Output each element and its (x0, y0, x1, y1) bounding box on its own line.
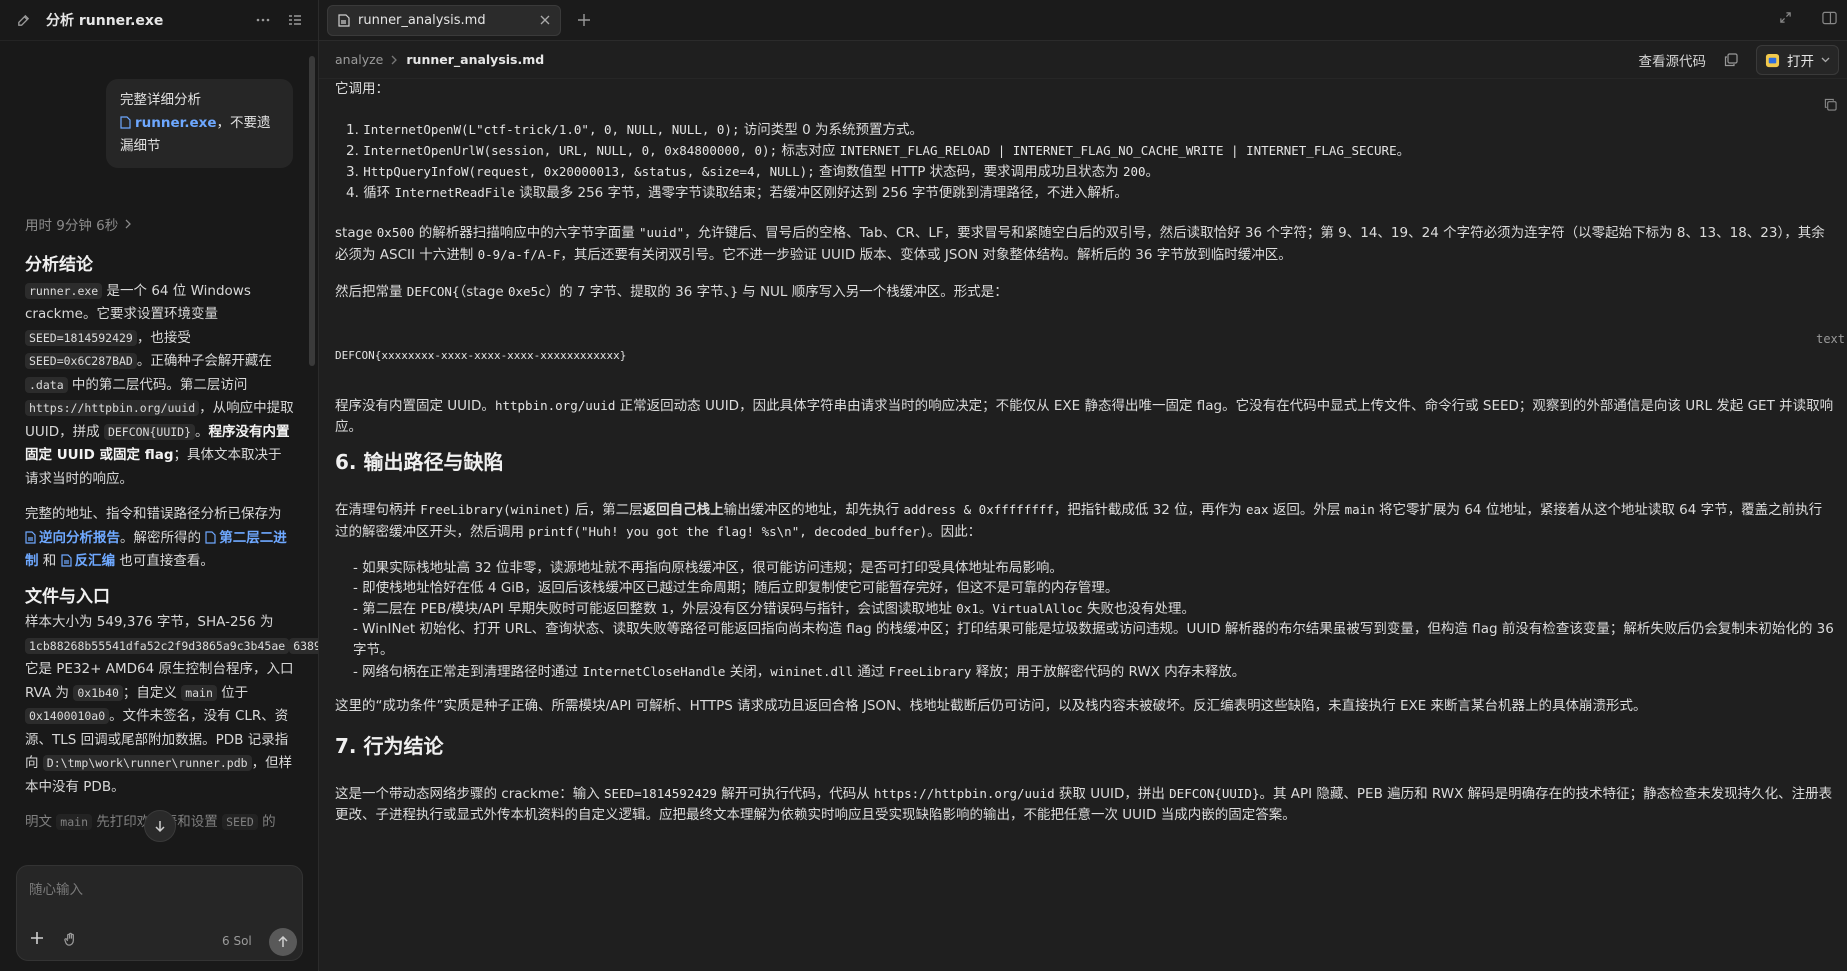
section-heading-6: 6. 输出路径与缺陷 (335, 450, 504, 474)
doc-icon (60, 554, 72, 567)
chevron-down-icon (1821, 57, 1830, 63)
parser-paragraph: stage 0x500 的解析器扫描响应中的六字节字面量 "uuid"，允许键后… (335, 225, 1825, 263)
report-link[interactable]: 逆向分析报告 (39, 530, 120, 546)
list-item: - 即使栈地址恰好在低 4 GiB，返回后该栈缓冲区已越过生命周期；随后立即复制… (353, 580, 1119, 596)
copy-window-icon[interactable] (1724, 53, 1738, 67)
list-item: - WinINet 初始化、打开 URL、查询状态、读取失败等路径可能返回指向尚… (353, 621, 1834, 658)
list-item: - 第二层在 PEB/模块/API 早期失败时可能返回整数 1，外层没有区分错误… (353, 601, 1195, 617)
breadcrumb-parent[interactable]: analyze (335, 52, 383, 67)
list-item: 4. 循环 InternetReadFile 读取最多 256 字节，遇零字节读… (346, 185, 1128, 201)
assistant-response: 分析结论 runner.exe 是一个 64 位 Windows crackme… (25, 254, 318, 847)
sidebar-scrollbar[interactable] (309, 56, 315, 366)
composer-input[interactable]: 随心输入 (29, 878, 83, 898)
close-icon[interactable] (540, 15, 550, 25)
breadcrumb: analyze runner_analysis.md (319, 41, 1847, 79)
file-icon (205, 530, 216, 544)
file-link[interactable]: runner.exe (135, 115, 217, 131)
editor-area: runner_analysis.md analyze runner_analys… (319, 0, 1847, 971)
list-item: 1. InternetOpenW(L"ctf-trick/1.0", 0, NU… (346, 122, 923, 138)
list-item: - 网络句柄在正常走到清理路径时通过 InternetCloseHandle 关… (353, 664, 1246, 680)
add-attachment-button[interactable] (29, 930, 45, 946)
conclusion-heading: 分析结论 (25, 255, 93, 275)
tab-runner-analysis[interactable]: runner_analysis.md (327, 4, 561, 36)
chevron-right-icon (124, 219, 132, 229)
report-links-paragraph: 完整的地址、指令和错误路径分析已保存为 逆向分析报告。解密所得的 第二层二进制 … (25, 506, 287, 569)
code-block-language: text (1816, 332, 1845, 346)
edit-icon[interactable] (14, 11, 32, 29)
no-fixed-paragraph: 程序没有内置固定 UUID。httpbin.org/uuid 正常返回动态 UU… (335, 398, 1834, 435)
defect-list: - 如果实际栈地址高 32 位非零，读源地址就不再指向原栈缓冲区，很可能访问违规… (353, 558, 1837, 682)
file-paragraph: 样本大小为 549,376 字节，SHA-256 为 1cb88268b5554… (25, 611, 318, 799)
collapse-icon[interactable] (1779, 11, 1792, 25)
tab-bar: runner_analysis.md (319, 0, 1847, 41)
list-item: - 如果实际栈地址高 32 位非零，读源地址就不再指向原栈缓冲区，很可能访问违规… (353, 560, 1063, 576)
elapsed-time[interactable]: 用时 9分钟 6秒 (25, 214, 132, 234)
panel-toggle-icon[interactable] (1822, 11, 1837, 25)
editor-actions: 查看源代码 打开 (1639, 41, 1847, 79)
chevron-right-icon (391, 55, 398, 65)
message-composer[interactable]: 随心输入 6 Sol (16, 865, 303, 961)
outline-icon[interactable] (286, 11, 304, 29)
arrow-down-icon (153, 819, 167, 833)
new-tab-button[interactable] (577, 13, 591, 27)
code-block-content: DEFCON{xxxxxxxx-xxxx-xxxx-xxxx-xxxxxxxxx… (335, 349, 627, 362)
api-call-list: 1. InternetOpenW(L"ctf-trick/1.0", 0, NU… (346, 119, 1836, 203)
window-controls (1779, 11, 1837, 25)
code-block: text DEFCON{xxxxxxxx-xxxx-xxxx-xxxx-xxxx… (335, 323, 1845, 389)
send-button[interactable] (269, 928, 297, 956)
output-path-paragraph: 在清理句柄并 FreeLibrary(wininet) 后，第二层返回自己栈上输… (335, 502, 1823, 540)
success-conditions-paragraph: 这里的“成功条件”实质是种子正确、所需模块/API 可解析、HTTPS 请求成功… (335, 698, 1647, 714)
behavior-paragraph: 这是一个带动态网络步骤的 crackme：输入 SEED=1814592429 … (335, 786, 1833, 823)
arrow-up-icon (277, 936, 289, 948)
sidebar-header: 分析 runner.exe (0, 0, 318, 41)
open-with-button[interactable]: 打开 (1756, 45, 1839, 75)
hand-icon[interactable] (63, 932, 78, 947)
app-icon (1765, 53, 1780, 68)
intro-text: 它调用： (335, 81, 389, 97)
chat-sidebar: 分析 runner.exe 完整详细分析 runner.exe，不要遗漏细节 用… (0, 0, 319, 971)
conclusion-paragraph: runner.exe 是一个 64 位 Windows crackme。它要求设… (25, 282, 294, 487)
file-icon (120, 116, 131, 129)
list-item: 3. HttpQueryInfoW(request, 0x20000013, &… (346, 164, 1160, 180)
user-message: 完整详细分析 runner.exe，不要遗漏细节 (106, 79, 293, 168)
disassembly-link[interactable]: 反汇编 (75, 553, 116, 569)
markdown-file-icon (338, 13, 350, 27)
file-heading: 文件与入口 (25, 586, 110, 607)
more-icon[interactable] (254, 11, 272, 29)
doc-icon (25, 530, 36, 544)
conversation-title: 分析 runner.exe (46, 13, 164, 29)
breadcrumb-current[interactable]: runner_analysis.md (406, 52, 544, 67)
tab-label: runner_analysis.md (358, 12, 486, 28)
section-heading-7: 7. 行为结论 (335, 734, 444, 758)
view-source-button[interactable]: 查看源代码 (1639, 50, 1707, 70)
defcon-paragraph: 然后把常量 DEFCON{（stage 0xe5c）的 7 字节、提取的 36 … (335, 284, 1008, 300)
list-item: 2. InternetOpenUrlW(session, URL, NULL, … (346, 143, 1411, 159)
markdown-preview: 它调用： 1. InternetOpenW(L"ctf-trick/1.0", … (335, 79, 1845, 971)
model-selector[interactable]: 6 Sol (222, 934, 252, 948)
scroll-down-button[interactable] (144, 810, 176, 842)
